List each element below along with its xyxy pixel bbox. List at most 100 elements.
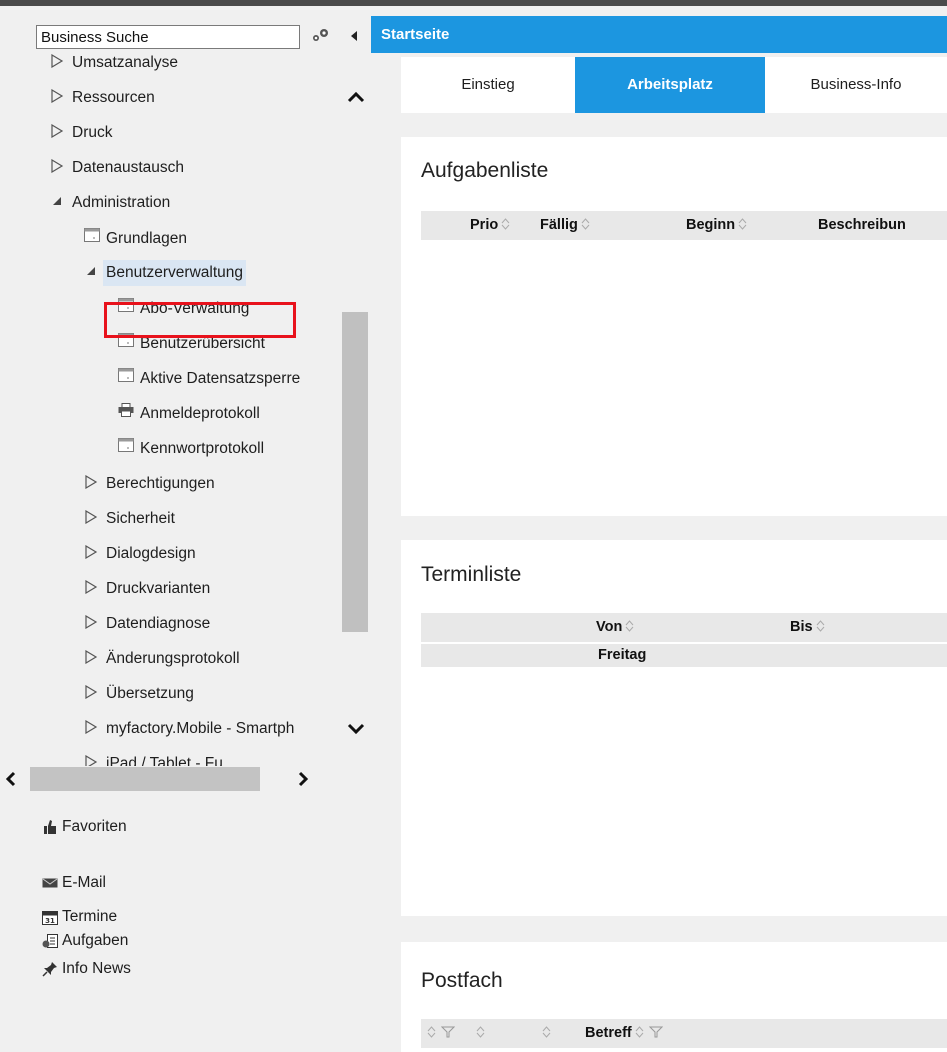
expand-arrow-icon[interactable] bbox=[84, 472, 106, 498]
dialog-window-icon bbox=[118, 365, 140, 391]
tree-item-grundlagen[interactable]: Grundlagen bbox=[84, 226, 187, 252]
tree-item-anmeldeprotokoll[interactable]: Anmeldeprotokoll bbox=[118, 401, 260, 427]
column-header-betreff[interactable]: Betreff bbox=[585, 1019, 663, 1048]
expand-arrow-icon[interactable] bbox=[84, 682, 106, 708]
aufgabenliste-title: Aufgabenliste bbox=[421, 159, 549, 182]
scroll-left-icon[interactable] bbox=[4, 771, 18, 787]
horizontal-scrollbar-thumb[interactable] bbox=[30, 767, 260, 791]
expand-arrow-icon[interactable] bbox=[50, 86, 72, 112]
collapse-arrow-icon[interactable] bbox=[84, 261, 106, 287]
expand-arrow-icon[interactable] bbox=[84, 752, 106, 766]
column-header-von[interactable]: Von bbox=[596, 613, 635, 642]
sort-icon[interactable] bbox=[634, 1025, 645, 1039]
tree-item-dialogdesign[interactable]: Dialogdesign bbox=[84, 541, 196, 567]
tree-item-datenaustausch[interactable]: Datenaustausch bbox=[50, 155, 184, 181]
expand-arrow-icon[interactable] bbox=[84, 577, 106, 603]
column-header-beginn[interactable]: Beginn bbox=[686, 211, 748, 240]
nav-info-news-label: Info News bbox=[62, 960, 131, 977]
tree-item-aktive-datensatzsperre[interactable]: Aktive Datensatzsperre bbox=[118, 366, 300, 392]
tree-item-label: Änderungsprotokoll bbox=[106, 650, 240, 667]
collapse-arrow-icon[interactable] bbox=[50, 191, 72, 217]
page-header-bar: Startseite bbox=[371, 16, 947, 53]
terminliste-panel: Terminliste Von Bis Freitag bbox=[401, 540, 947, 916]
tab-einstieg[interactable]: Einstieg bbox=[401, 57, 575, 113]
expand-arrow-icon[interactable] bbox=[50, 121, 72, 147]
column-label: Prio bbox=[470, 217, 499, 233]
tree-item-uebersetzung[interactable]: Übersetzung bbox=[84, 681, 194, 707]
collapse-panel-icon[interactable] bbox=[349, 29, 359, 43]
nav-email[interactable]: E-Mail bbox=[42, 870, 106, 896]
tasks-icon bbox=[42, 932, 58, 948]
vertical-scrollbar-thumb[interactable] bbox=[342, 312, 368, 632]
tree-item-ressourcen[interactable]: Ressourcen bbox=[50, 85, 155, 111]
tree-item-benutzerverwaltung[interactable]: Benutzerverwaltung bbox=[84, 260, 246, 286]
expand-arrow-icon[interactable] bbox=[84, 507, 106, 533]
expand-arrow-icon[interactable] bbox=[84, 647, 106, 673]
tree-item-druck[interactable]: Druck bbox=[50, 120, 112, 146]
column-header-bis[interactable]: Bis bbox=[790, 613, 826, 642]
tree-item-datendiagnose[interactable]: Datendiagnose bbox=[84, 611, 210, 637]
tree-item-kennwortprotokoll[interactable]: Kennwortprotokoll bbox=[118, 436, 264, 462]
aufgabenliste-header: Prio Fällig Beginn Beschreibun bbox=[421, 211, 947, 240]
nav-termine-label: Termine bbox=[62, 908, 118, 925]
dialog-window-icon bbox=[118, 435, 140, 461]
tree-item-label: Anmeldeprotokoll bbox=[140, 405, 260, 423]
column-label: Fällig bbox=[540, 217, 578, 233]
sort-icon[interactable] bbox=[426, 1025, 437, 1039]
sort-icon[interactable] bbox=[815, 619, 826, 633]
column-header-beschreibung[interactable]: Beschreibun bbox=[818, 211, 906, 240]
column-header-attachment[interactable] bbox=[539, 1019, 552, 1048]
expand-arrow-icon[interactable] bbox=[84, 612, 106, 638]
nav-aufgaben-label: Aufgaben bbox=[62, 932, 129, 949]
nav-info-news[interactable]: Info News bbox=[42, 956, 131, 982]
terminliste-title: Terminliste bbox=[421, 563, 522, 586]
nav-favoriten-label: Favoriten bbox=[62, 818, 127, 835]
tree-item-umsatzanalyse[interactable]: Umsatzanalyse bbox=[50, 50, 178, 76]
tree-item-ipad-tablet[interactable]: iPad / Tablet - Fu bbox=[84, 751, 223, 766]
envelope-icon bbox=[42, 874, 58, 890]
scroll-down-icon[interactable] bbox=[346, 722, 366, 736]
sort-icon[interactable] bbox=[541, 1025, 552, 1039]
sort-icon[interactable] bbox=[500, 217, 511, 231]
aufgabenliste-panel: Aufgabenliste Prio Fällig Beginn Beschre… bbox=[401, 137, 947, 516]
sort-icon[interactable] bbox=[624, 619, 635, 633]
scroll-up-icon[interactable] bbox=[346, 90, 366, 104]
column-header-faellig[interactable]: Fällig bbox=[540, 211, 591, 240]
tree-item-myfactory-mobile[interactable]: myfactory.Mobile - Smartph bbox=[84, 716, 294, 742]
expand-arrow-icon[interactable] bbox=[84, 542, 106, 568]
filter-icon[interactable] bbox=[441, 1026, 455, 1038]
tab-arbeitsplatz[interactable]: Arbeitsplatz bbox=[575, 57, 765, 113]
tree-item-administration[interactable]: Administration bbox=[50, 190, 170, 216]
tree-vertical-scrollbar[interactable] bbox=[342, 50, 371, 766]
tree-item-aenderungsprotokoll[interactable]: Änderungsprotokoll bbox=[84, 646, 240, 672]
nav-termine[interactable]: 31 Termine bbox=[42, 904, 117, 930]
expand-arrow-icon[interactable] bbox=[50, 51, 72, 77]
tree-item-druckvarianten[interactable]: Druckvarianten bbox=[84, 576, 210, 602]
filter-icon[interactable] bbox=[648, 1026, 663, 1038]
nav-aufgaben[interactable]: Aufgaben bbox=[42, 928, 128, 954]
postfach-title: Postfach bbox=[421, 969, 503, 992]
column-header-icon[interactable] bbox=[473, 1019, 486, 1048]
scroll-right-icon[interactable] bbox=[296, 771, 310, 787]
table-group-row[interactable]: Freitag bbox=[421, 642, 947, 667]
pin-icon bbox=[42, 960, 58, 977]
tree-item-label: Kennwortprotokoll bbox=[140, 440, 265, 458]
tab-bar: Einstieg Arbeitsplatz Business-Info bbox=[401, 57, 947, 113]
sort-icon[interactable] bbox=[580, 217, 591, 231]
tree-item-label: Druck bbox=[72, 124, 113, 141]
tree-item-sicherheit[interactable]: Sicherheit bbox=[84, 506, 175, 532]
business-search-input[interactable] bbox=[36, 25, 300, 49]
tree-item-berechtigungen[interactable]: Berechtigungen bbox=[84, 471, 215, 497]
column-header-status[interactable] bbox=[424, 1019, 455, 1048]
expand-arrow-icon[interactable] bbox=[84, 717, 106, 743]
settings-gears-icon[interactable] bbox=[309, 26, 331, 46]
sort-icon[interactable] bbox=[475, 1025, 486, 1039]
tree-item-label: iPad / Tablet - Fu bbox=[106, 755, 223, 766]
sort-icon[interactable] bbox=[737, 217, 748, 231]
tree-horizontal-scrollbar[interactable] bbox=[0, 766, 342, 792]
column-label: Von bbox=[596, 619, 623, 635]
tab-business-info[interactable]: Business-Info bbox=[765, 57, 947, 113]
column-header-prio[interactable]: Prio bbox=[470, 211, 511, 240]
expand-arrow-icon[interactable] bbox=[50, 156, 72, 182]
nav-favoriten[interactable]: Favoriten bbox=[42, 814, 127, 840]
